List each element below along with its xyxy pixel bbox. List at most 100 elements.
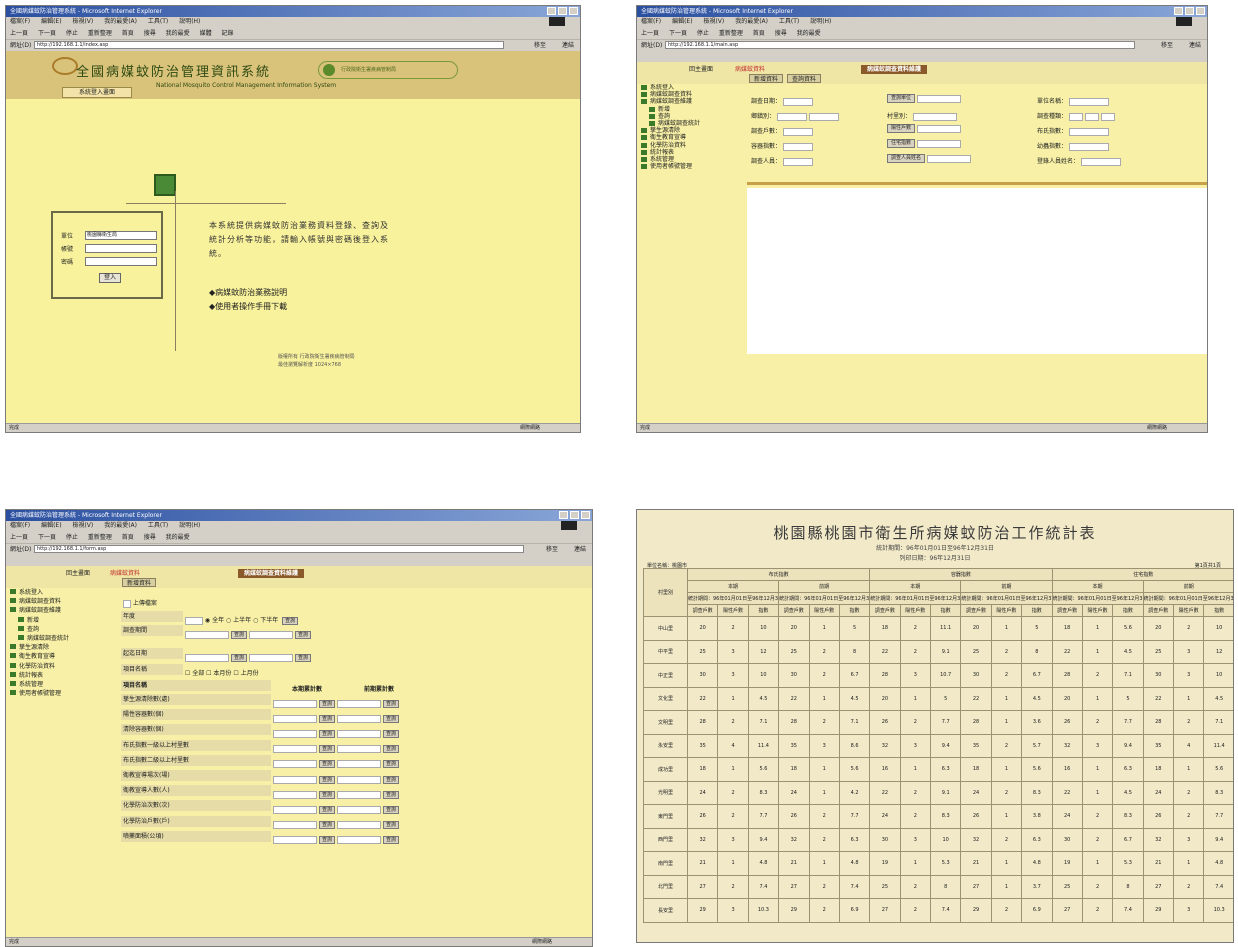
row-query-button-2[interactable]: 查詢 [383,714,400,723]
close-button[interactable] [581,511,590,519]
row-query-button-2[interactable]: 查詢 [383,699,400,708]
back-button[interactable]: 上一頁 [10,30,28,37]
row-query-button[interactable]: 查詢 [319,760,336,769]
container-index-input[interactable] [783,142,814,151]
option-full-year[interactable]: 全年 [212,617,224,624]
minimize-button[interactable] [559,511,568,519]
address-input[interactable]: http://192.168.1.1/form.asp [34,545,524,553]
unit-select[interactable]: 桃園縣衛生局 [85,231,157,240]
sidebar-item[interactable]: 系統登入 [10,588,116,597]
type-input-1[interactable] [1069,112,1084,121]
house-index-button[interactable]: 住宅指數 [887,139,916,148]
sidebar-item[interactable]: 查詢 [649,113,745,120]
current-value-input[interactable] [273,790,317,799]
year-input[interactable] [185,616,203,625]
data-link[interactable]: 病媒蚊資料 [735,65,765,74]
stop-button[interactable]: 停止 [697,30,709,37]
previous-value-input[interactable] [337,760,382,769]
links-button[interactable]: 連結 [1189,40,1201,51]
previous-value-input[interactable] [337,745,382,754]
history-button[interactable]: 記錄 [222,30,234,37]
breteau-index-input[interactable] [1069,127,1110,136]
registrar-input[interactable] [1081,157,1122,166]
sidebar-item[interactable]: 新增 [649,106,745,113]
tab-add[interactable]: 新增資料 [122,578,157,587]
sidebar-item[interactable]: 系統管理 [10,680,116,689]
current-value-input[interactable] [273,775,317,784]
positive-households-button[interactable]: 陽性戶數 [887,124,916,133]
address-input[interactable]: http://192.168.1.1/main.asp [665,41,1135,49]
sidebar-item[interactable]: 孳生源清除 [10,643,116,652]
row-query-button[interactable]: 查詢 [319,805,336,814]
search-button[interactable]: 搜尋 [775,30,787,37]
township-input[interactable] [777,112,808,121]
maximize-button[interactable] [558,7,567,15]
home-button[interactable]: 首頁 [122,534,134,541]
sidebar-item[interactable]: 化學防治資料 [641,142,745,149]
previous-value-input[interactable] [337,805,382,814]
go-button[interactable]: 移至 [1161,40,1173,51]
current-value-input[interactable] [273,836,317,845]
stop-button[interactable]: 停止 [66,534,78,541]
account-input[interactable] [85,244,157,253]
range-query-button[interactable]: 查詢 [231,653,248,662]
menu-file[interactable]: 檔案(F) [10,18,30,25]
forward-button[interactable]: 下一頁 [38,30,56,37]
menu-edit[interactable]: 編輯(E) [41,18,61,25]
current-value-input[interactable] [273,729,317,738]
start-date-input[interactable] [185,630,229,639]
menu-view[interactable]: 檢視(V) [72,522,93,529]
minimize-button[interactable] [1174,7,1183,15]
minimize-button[interactable] [547,7,556,15]
row-query-button-2[interactable]: 查詢 [383,729,400,738]
previous-value-input[interactable] [337,821,382,830]
link-user-manual[interactable]: ◆使用者操作手冊下載 [209,300,287,314]
sidebar-item[interactable]: 病媒蚊調查資料 [10,597,116,606]
menu-help[interactable]: 說明(H) [179,18,200,25]
close-button[interactable] [1196,7,1205,15]
sidebar-item[interactable]: 化學防治資料 [10,662,116,671]
previous-value-input[interactable] [337,714,382,723]
surveyor-name-button[interactable]: 調查人員姓名 [887,154,926,163]
sidebar-item[interactable]: 新增 [18,616,116,625]
home-button[interactable]: 首頁 [753,30,765,37]
forward-button[interactable]: 下一頁 [38,534,56,541]
sidebar-item[interactable]: 使用者帳號管理 [641,163,745,170]
previous-value-input[interactable] [337,790,382,799]
type-input-3[interactable] [1101,112,1116,121]
sidebar-item[interactable]: 病媒蚊調查統計 [18,634,116,643]
range-end-input[interactable] [249,653,294,662]
menu-view[interactable]: 檢視(V) [72,18,93,25]
sidebar-item[interactable]: 查詢 [18,625,116,634]
upload-checkbox[interactable] [123,599,131,608]
link-business-info[interactable]: ◆病媒蚊防治業務說明 [209,286,287,300]
maximize-button[interactable] [1185,7,1194,15]
house-index-input[interactable] [917,139,962,148]
menu-file[interactable]: 檔案(F) [641,18,661,25]
tab-query[interactable]: 查詢資料 [787,74,822,83]
menu-favorites[interactable]: 我的最愛(A) [104,18,137,25]
menu-tools[interactable]: 工具(T) [779,18,799,25]
menu-edit[interactable]: 編輯(E) [672,18,692,25]
menu-help[interactable]: 說明(H) [179,522,200,529]
sidebar-item[interactable]: 統計報表 [10,671,116,680]
check-all[interactable]: 全部 [192,670,204,677]
favorites-button[interactable]: 我的最愛 [166,30,190,37]
current-value-input[interactable] [273,699,317,708]
type-input-2[interactable] [1085,112,1100,121]
row-query-button-2[interactable]: 查詢 [383,760,400,769]
sidebar-item[interactable]: 衛生教育宣導 [10,652,116,661]
go-button[interactable]: 移至 [546,544,558,555]
date-query-button[interactable]: 查詢 [231,630,248,639]
tab-add[interactable]: 新增資料 [749,74,784,83]
check-this-month[interactable]: 本月份 [213,670,231,677]
row-query-button-2[interactable]: 查詢 [383,805,400,814]
home-button[interactable]: 首頁 [122,30,134,37]
current-value-input[interactable] [273,821,317,830]
back-button[interactable]: 上一頁 [10,534,28,541]
query-unit-button[interactable]: 查詢單位 [887,94,916,103]
option-first-half[interactable]: 上半年 [233,617,251,624]
row-query-button-2[interactable]: 查詢 [383,790,400,799]
row-query-button[interactable]: 查詢 [319,729,336,738]
maximize-button[interactable] [570,511,579,519]
